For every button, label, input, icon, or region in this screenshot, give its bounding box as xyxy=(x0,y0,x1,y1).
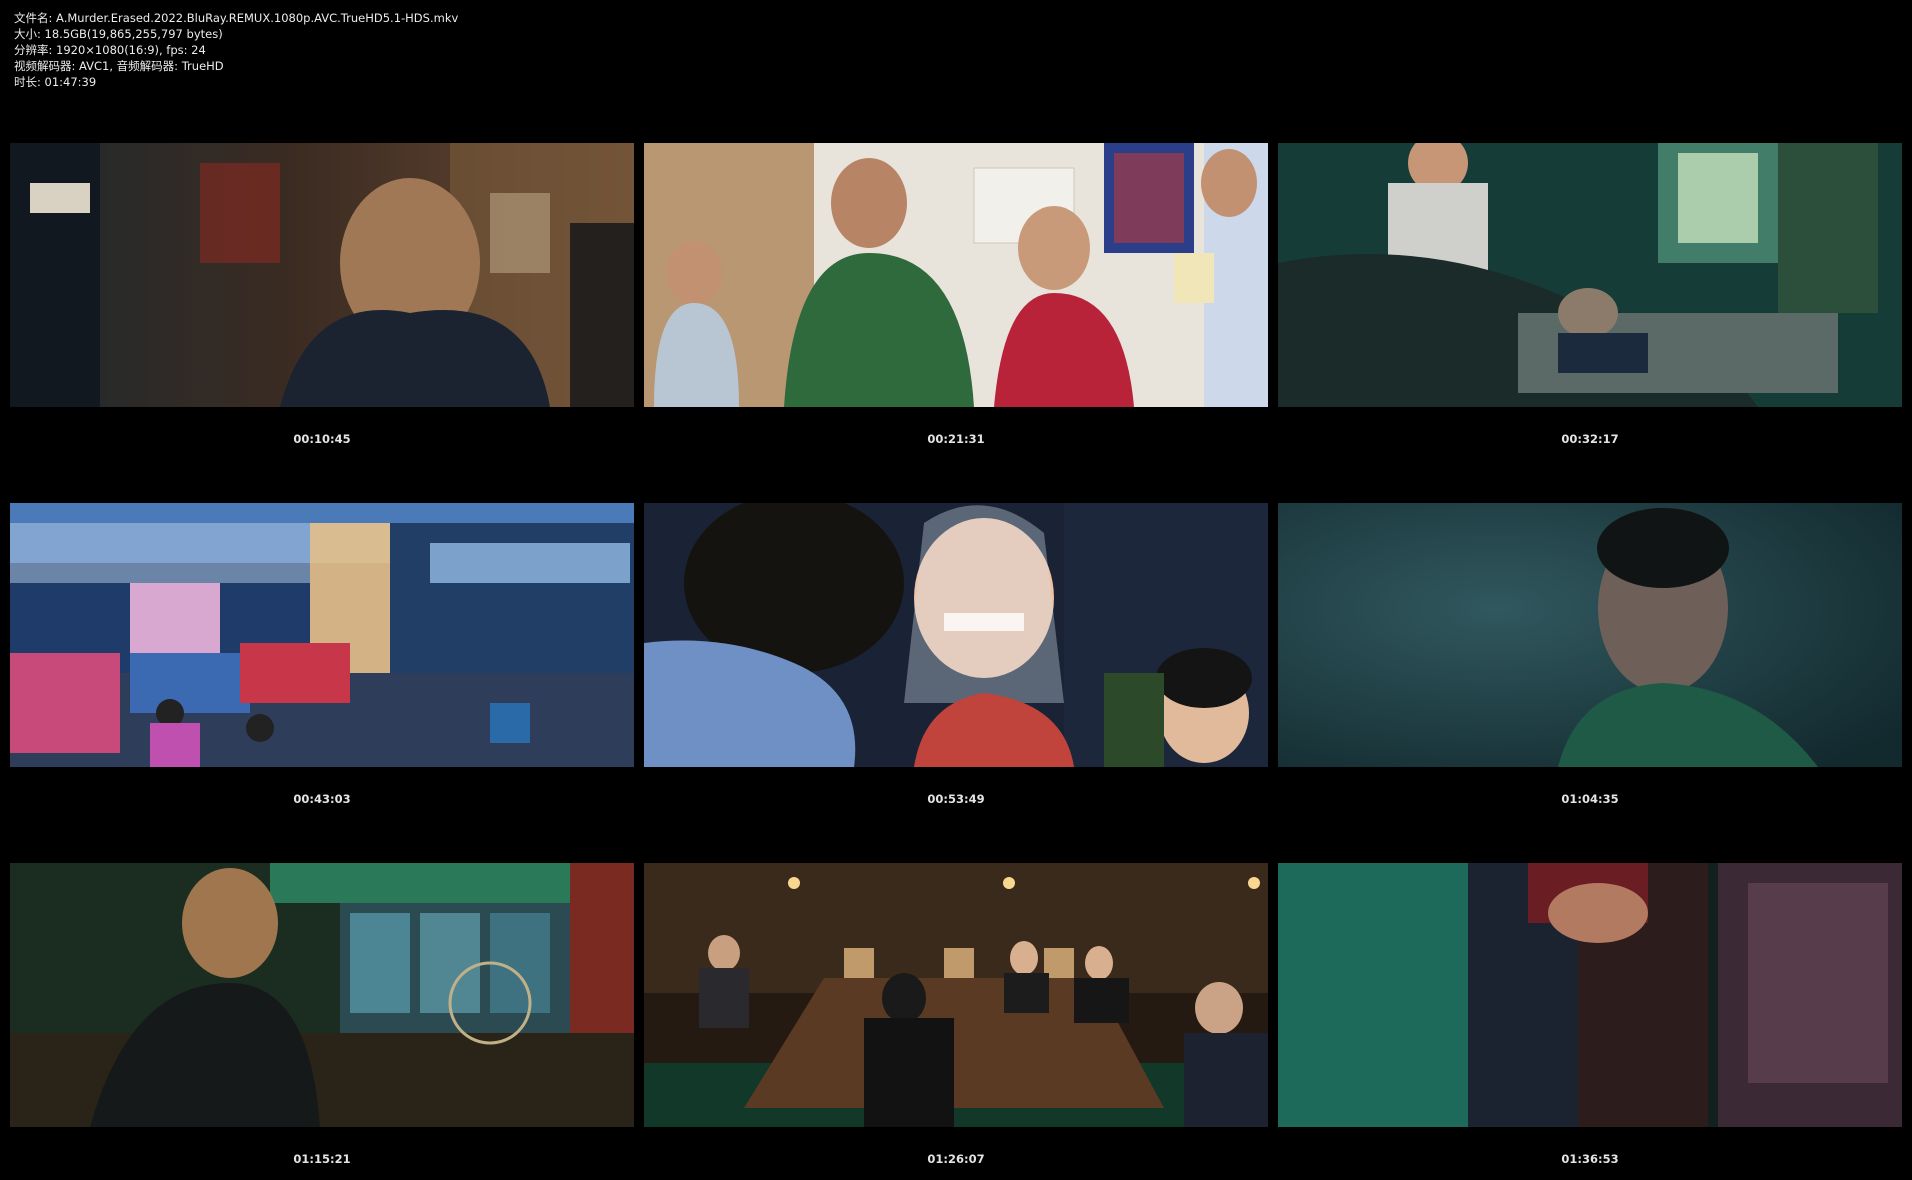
thumbnail-9[interactable] xyxy=(1278,863,1902,1127)
timestamp-label: 01:04:35 xyxy=(1561,792,1619,806)
scene-image xyxy=(1278,863,1902,1127)
scene-image xyxy=(644,503,1268,767)
thumbnail-5[interactable] xyxy=(644,503,1268,767)
thumbnail-6[interactable] xyxy=(1278,503,1902,767)
thumbnail-1[interactable] xyxy=(10,143,634,407)
thumbnail-4[interactable] xyxy=(10,503,634,767)
timestamp-label: 01:26:07 xyxy=(927,1152,985,1166)
timestamp-label: 00:53:49 xyxy=(927,792,985,806)
timestamp-label: 01:36:53 xyxy=(1561,1152,1619,1166)
scene-image xyxy=(644,143,1268,407)
timestamp-label: 01:15:21 xyxy=(293,1152,351,1166)
thumbnail-3[interactable] xyxy=(1278,143,1902,407)
scene-image xyxy=(10,503,634,767)
scene-image xyxy=(10,863,634,1127)
scene-image xyxy=(10,143,634,407)
scene-image xyxy=(644,863,1268,1127)
thumbnail-7[interactable] xyxy=(10,863,634,1127)
resolution-line: 分辨率: 1920×1080(16:9), fps: 24 xyxy=(14,43,206,57)
thumbnail-8[interactable] xyxy=(644,863,1268,1127)
file-info-panel: 文件名: A.Murder.Erased.2022.BluRay.REMUX.1… xyxy=(14,10,458,90)
codec-line: 视频解码器: AVC1, 音频解码器: TrueHD xyxy=(14,59,224,73)
timestamp-label: 00:21:31 xyxy=(927,432,985,446)
duration-line: 时长: 01:47:39 xyxy=(14,75,97,89)
scene-image xyxy=(1278,143,1902,407)
timestamp-label: 00:32:17 xyxy=(1561,432,1619,446)
timestamp-label: 00:10:45 xyxy=(293,432,351,446)
scene-image xyxy=(1278,503,1902,767)
thumbnail-2[interactable] xyxy=(644,143,1268,407)
file-name-line: 文件名: A.Murder.Erased.2022.BluRay.REMUX.1… xyxy=(14,11,459,25)
timestamp-label: 00:43:03 xyxy=(293,792,351,806)
file-size-line: 大小: 18.5GB(19,865,255,797 bytes) xyxy=(14,27,223,41)
